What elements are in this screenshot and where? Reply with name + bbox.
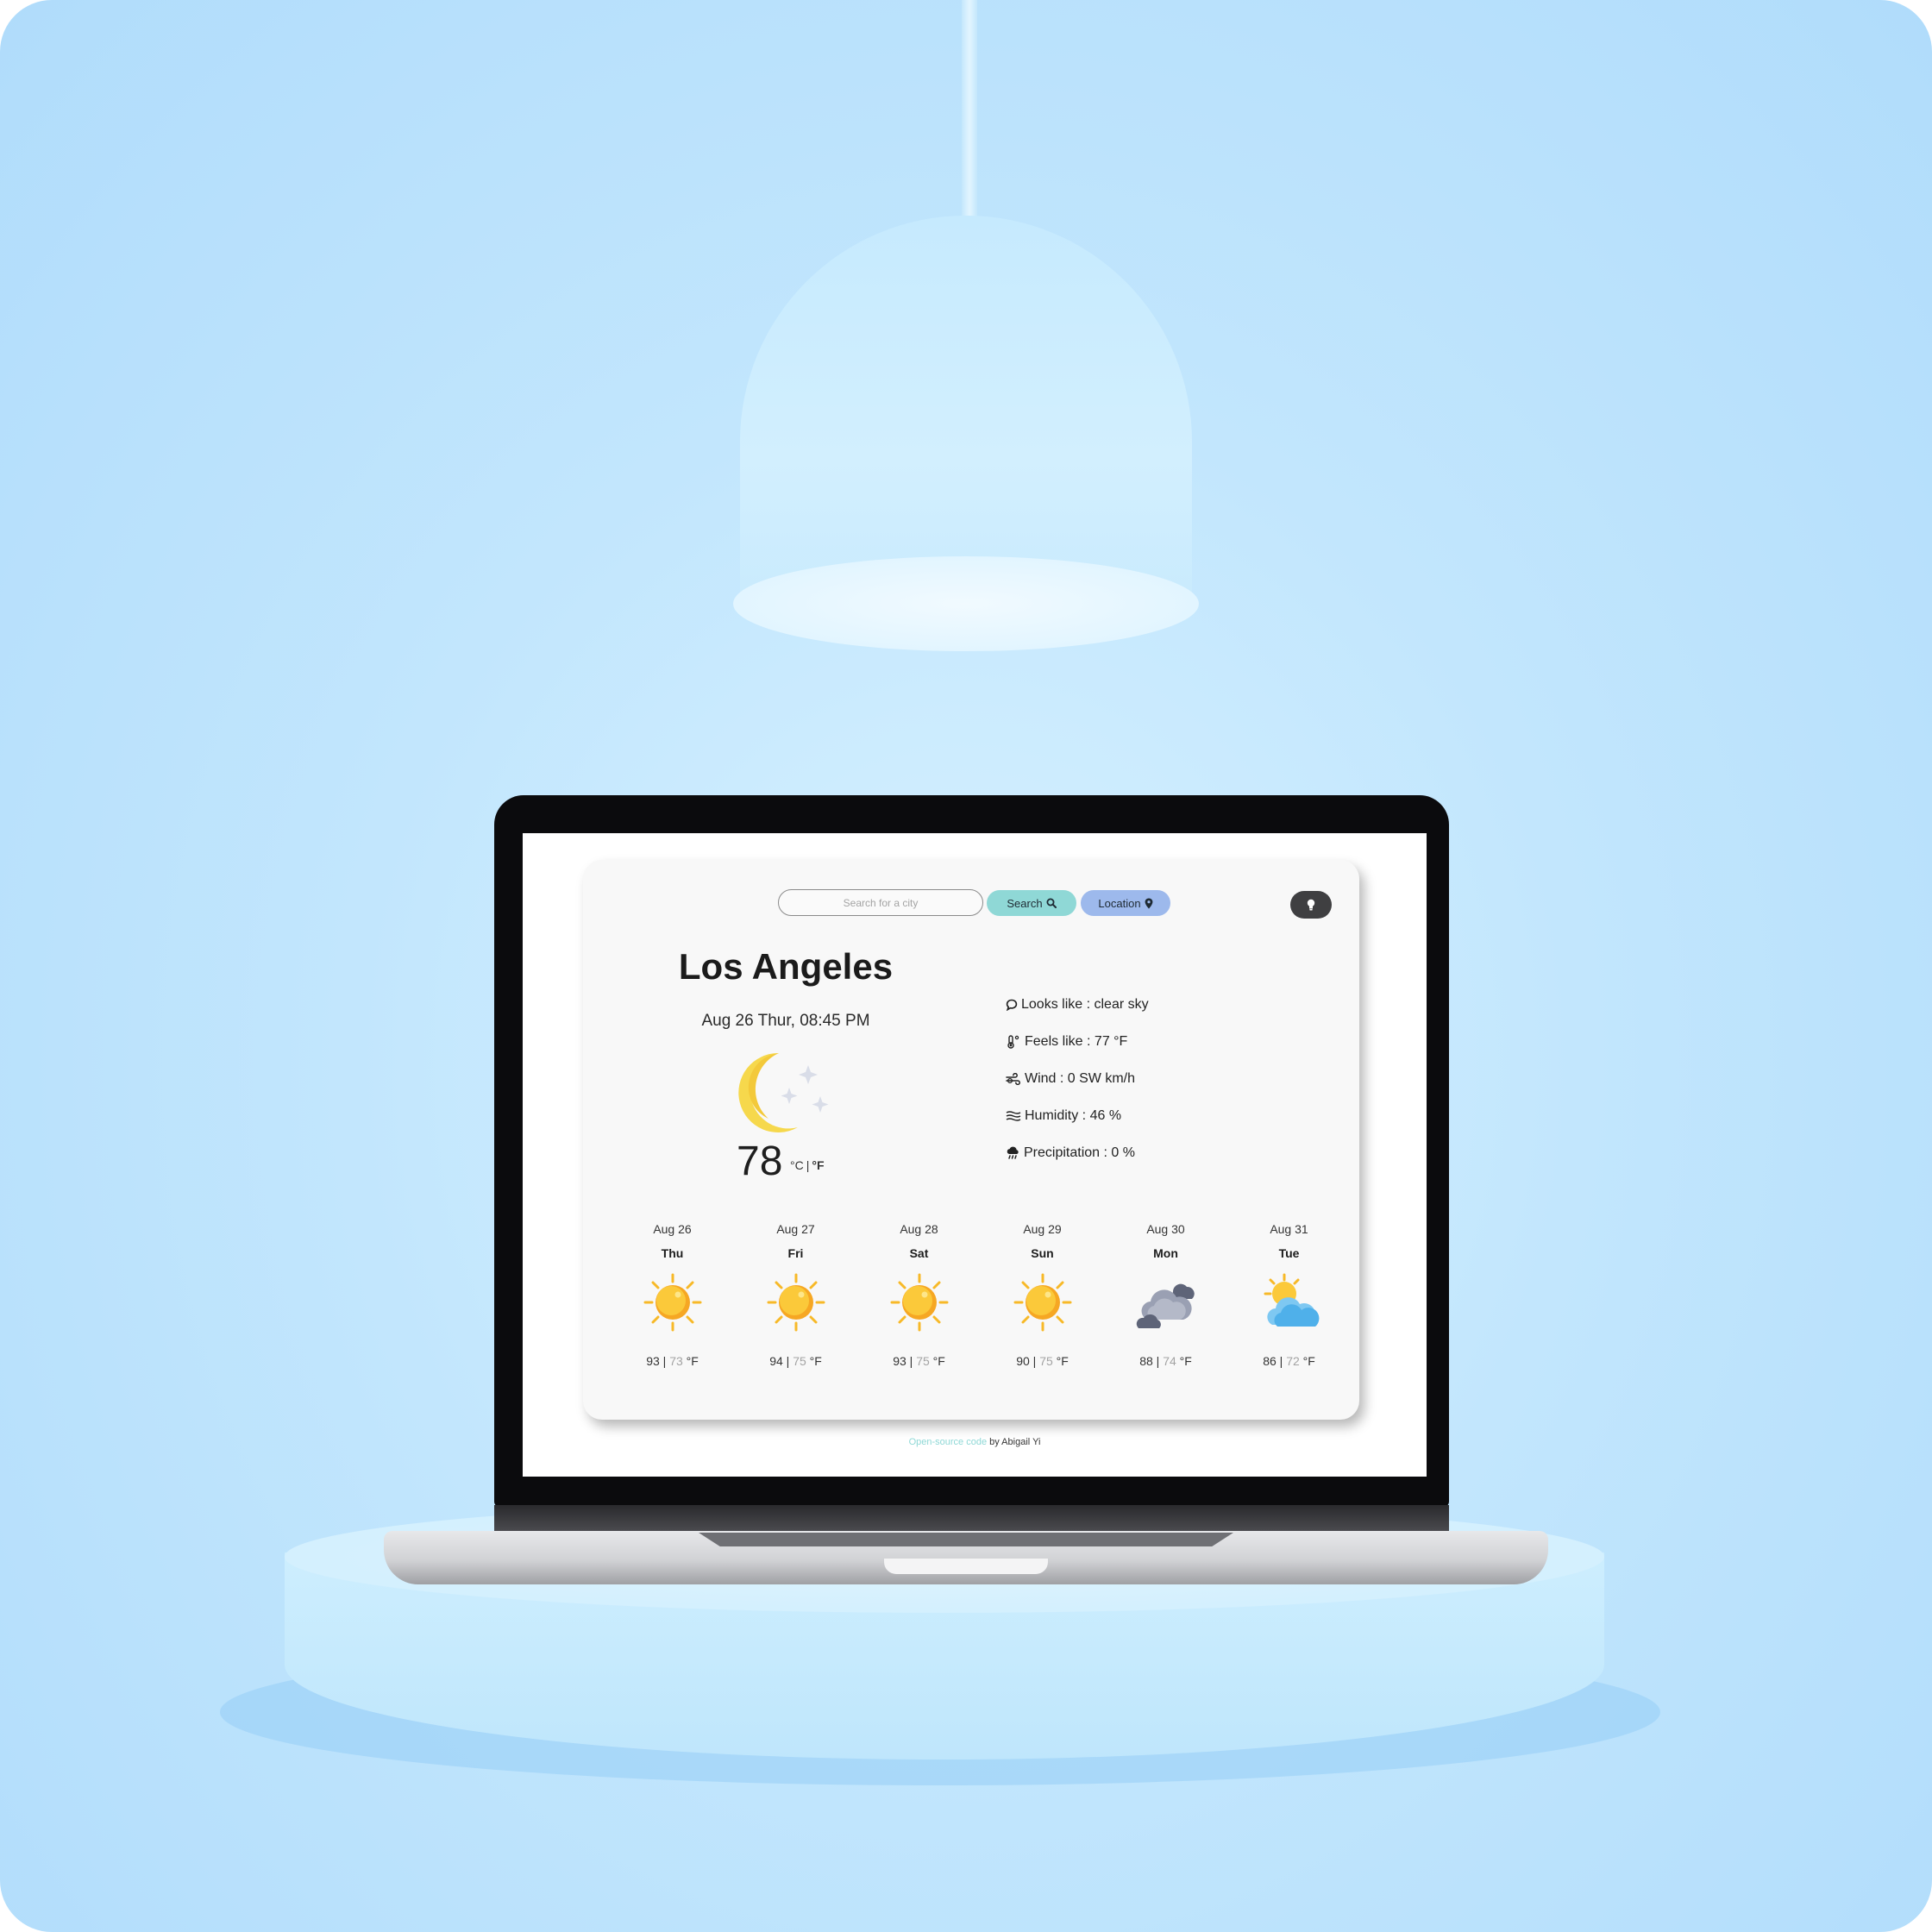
- forecast-low: 72: [1286, 1354, 1300, 1368]
- forecast-low: 75: [793, 1354, 806, 1368]
- open-source-link[interactable]: Open-source code: [909, 1437, 988, 1447]
- partly-cloudy-icon: [1264, 1273, 1320, 1327]
- forecast-low: 75: [916, 1354, 930, 1368]
- lightbulb-icon: [1307, 899, 1315, 911]
- search-input[interactable]: [778, 889, 983, 916]
- forecast-low: 73: [669, 1354, 683, 1368]
- thermometer-icon: [1007, 1034, 1019, 1049]
- forecast-low: 74: [1163, 1354, 1176, 1368]
- forecast-day: Aug 27 Fri 94 | 75 °F: [734, 1222, 857, 1386]
- forecast-weekday: Mon: [1153, 1246, 1178, 1260]
- forecast-weekday: Fri: [787, 1246, 804, 1260]
- current-datetime: Aug 26 Thur, 08:45 PM: [701, 1012, 870, 1030]
- forecast-temps: 86 | 72 °F: [1263, 1354, 1315, 1368]
- humidity-icon: [1006, 1110, 1021, 1121]
- forecast-date: Aug 28: [900, 1222, 938, 1236]
- sun-icon: [643, 1273, 702, 1332]
- moon-stars-icon: [738, 1052, 829, 1132]
- celsius-toggle[interactable]: °C: [790, 1158, 804, 1172]
- theme-toggle-button[interactable]: [1290, 891, 1332, 919]
- forecast-temps: 93 | 75 °F: [893, 1354, 945, 1368]
- detail-precipitation: Precipitation : 0 %: [1006, 1134, 1149, 1171]
- forecast-temps: 88 | 74 °F: [1139, 1354, 1192, 1368]
- weather-details: Looks like : clear sky Feels like : 77 °…: [1006, 986, 1149, 1171]
- forecast-day: Aug 26 Thu 93 | 73 °F: [611, 1222, 734, 1386]
- laptop-hinge: [494, 1505, 1449, 1531]
- forecast-list: Aug 26 Thu 93 | 73 °F Aug 27 Fri 94 | 75…: [611, 1222, 1351, 1386]
- unit-switcher: °C | °F: [790, 1158, 825, 1172]
- forecast-high: 86: [1263, 1354, 1276, 1368]
- fahrenheit-toggle[interactable]: °F: [812, 1158, 824, 1172]
- wind-icon: [1006, 1072, 1020, 1085]
- weather-card: Search Location L: [583, 860, 1359, 1420]
- detail-looks-like: Looks like : clear sky: [1006, 986, 1149, 1023]
- lamp-cord: [962, 0, 977, 220]
- forecast-day: Aug 29 Sun 90 | 75 °F: [981, 1222, 1104, 1386]
- forecast-weekday: Sat: [909, 1246, 929, 1260]
- forecast-weekday: Sun: [1031, 1246, 1054, 1260]
- forecast-unit: °F: [686, 1354, 699, 1368]
- forecast-low: 75: [1039, 1354, 1053, 1368]
- search-button[interactable]: Search: [987, 890, 1076, 916]
- forecast-unit: °F: [1302, 1354, 1315, 1368]
- laptop-screen: Search Location L: [523, 833, 1427, 1477]
- dark-clouds-icon: [1136, 1283, 1195, 1328]
- forecast-temps: 90 | 75 °F: [1016, 1354, 1069, 1368]
- speech-bubble-icon: [1006, 999, 1018, 1011]
- forecast-date: Aug 26: [653, 1222, 692, 1236]
- forecast-date: Aug 30: [1146, 1222, 1185, 1236]
- forecast-unit: °F: [1179, 1354, 1192, 1368]
- laptop-notch: [884, 1559, 1048, 1574]
- precipitation-text: Precipitation : 0 %: [1024, 1145, 1135, 1160]
- detail-feels-like: Feels like : 77 °F: [1006, 1023, 1149, 1060]
- humidity-text: Humidity : 46 %: [1025, 1107, 1122, 1123]
- map-pin-icon: [1145, 898, 1152, 908]
- footer-author: by Abigail Yi: [987, 1437, 1041, 1447]
- lamp-rim: [733, 556, 1199, 651]
- detail-humidity: Humidity : 46 %: [1006, 1097, 1149, 1134]
- forecast-unit: °F: [932, 1354, 945, 1368]
- forecast-high: 94: [769, 1354, 783, 1368]
- sun-icon: [890, 1273, 949, 1332]
- laptop-keyboard-edge: [699, 1533, 1233, 1546]
- forecast-date: Aug 31: [1270, 1222, 1308, 1236]
- forecast-high: 93: [893, 1354, 906, 1368]
- location-button-label: Location: [1098, 896, 1141, 910]
- forecast-weekday: Thu: [661, 1246, 684, 1260]
- location-button[interactable]: Location: [1081, 890, 1170, 916]
- forecast-high: 88: [1139, 1354, 1153, 1368]
- forecast-date: Aug 27: [776, 1222, 815, 1236]
- forecast-high: 90: [1016, 1354, 1030, 1368]
- forecast-unit: °F: [809, 1354, 822, 1368]
- forecast-temps: 94 | 75 °F: [769, 1354, 822, 1368]
- forecast-day: Aug 31 Tue 86 | 72 °F: [1227, 1222, 1351, 1386]
- current-temperature: 78: [737, 1138, 783, 1184]
- detail-wind: Wind : 0 SW km/h: [1006, 1060, 1149, 1097]
- background-scene: Search Location L: [0, 0, 1932, 1932]
- feels-like-text: Feels like : 77 °F: [1025, 1033, 1128, 1049]
- search-button-label: Search: [1007, 896, 1043, 910]
- looks-like-text: Looks like : clear sky: [1021, 996, 1149, 1012]
- sun-icon: [1013, 1273, 1072, 1332]
- forecast-day: Aug 28 Sat 93 | 75 °F: [857, 1222, 981, 1386]
- footer: Open-source code by Abigail Yi: [523, 1437, 1427, 1447]
- rain-cloud-icon: [1007, 1146, 1019, 1159]
- forecast-date: Aug 29: [1023, 1222, 1062, 1236]
- wind-text: Wind : 0 SW km/h: [1025, 1070, 1136, 1086]
- city-name: Los Angeles: [678, 946, 894, 987]
- sun-icon: [767, 1273, 825, 1332]
- forecast-high: 93: [646, 1354, 660, 1368]
- forecast-day: Aug 30 Mon 88 | 74 °F: [1104, 1222, 1227, 1386]
- forecast-temps: 93 | 73 °F: [646, 1354, 699, 1368]
- forecast-unit: °F: [1056, 1354, 1069, 1368]
- unit-separator: |: [806, 1158, 810, 1172]
- search-icon: [1046, 898, 1057, 908]
- forecast-weekday: Tue: [1278, 1246, 1300, 1260]
